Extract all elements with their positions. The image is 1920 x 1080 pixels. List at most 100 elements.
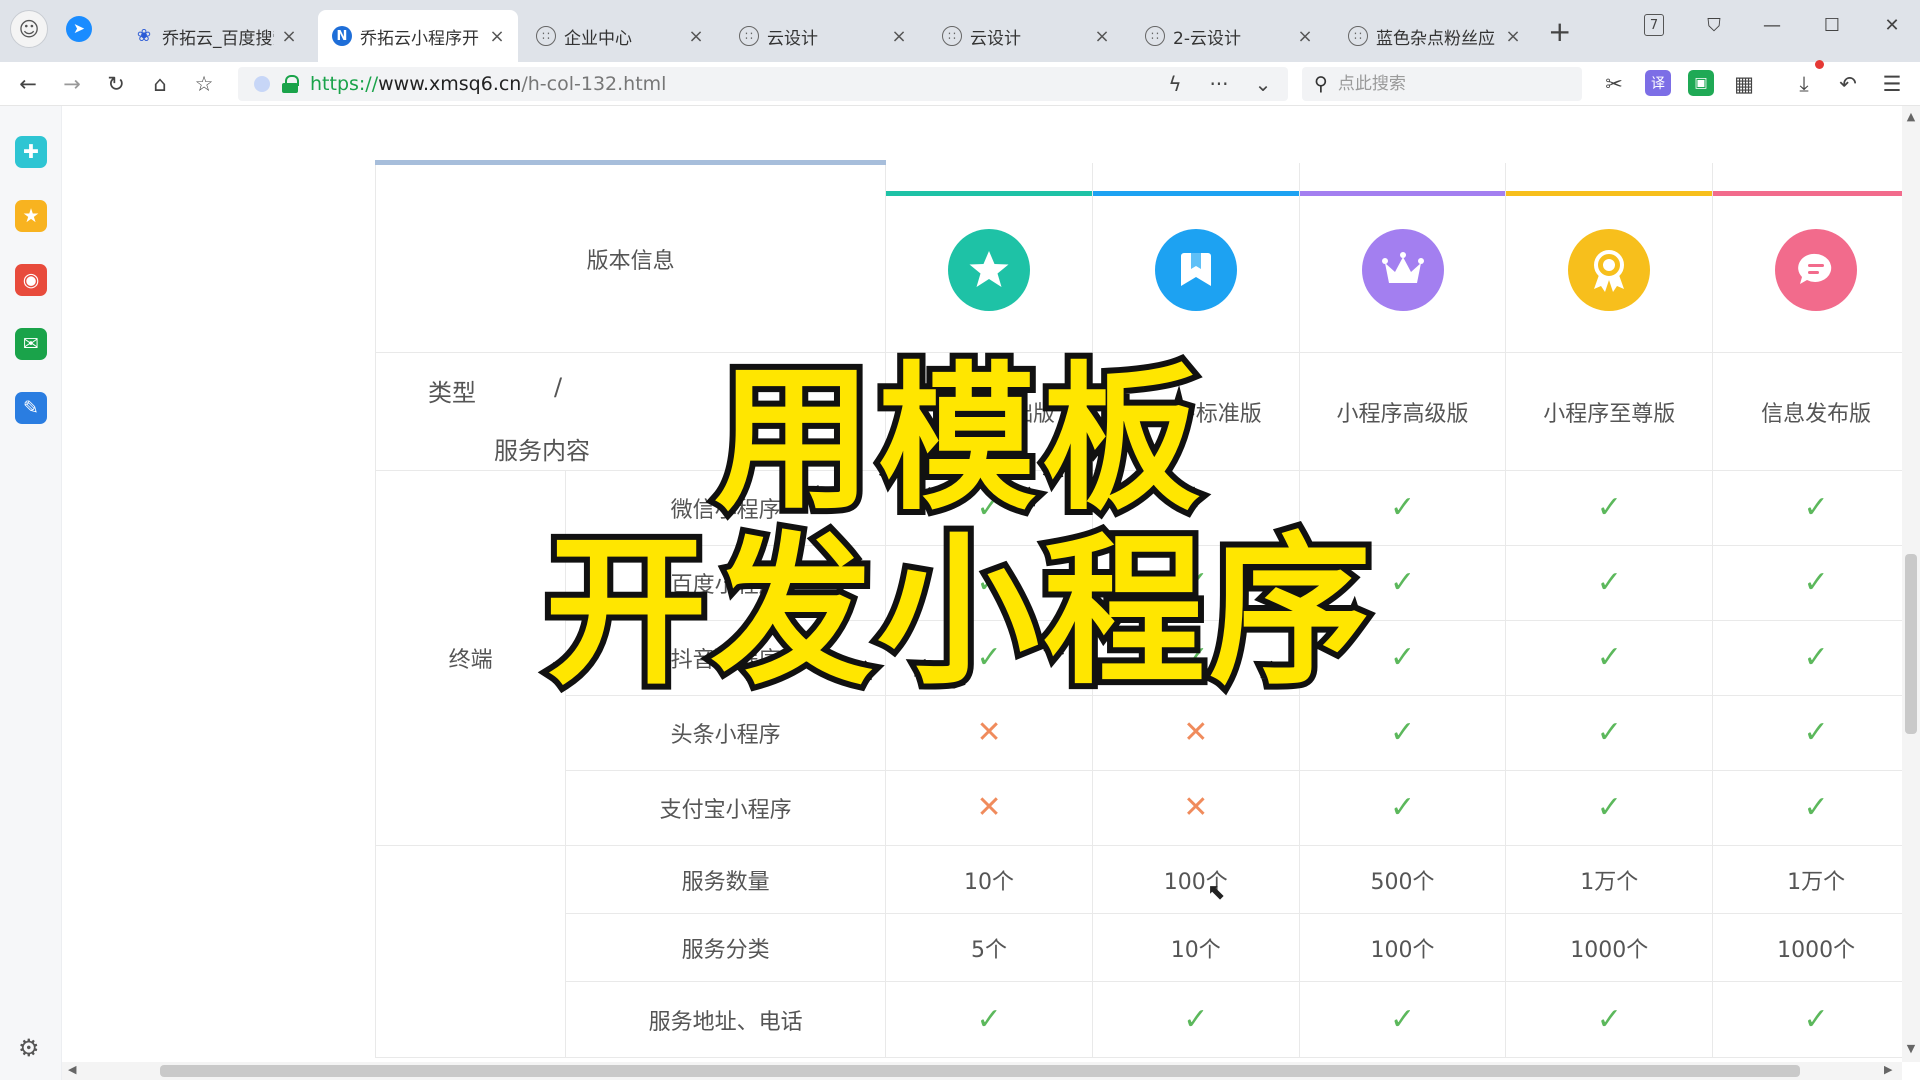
reload-icon[interactable]: ↻ (100, 68, 132, 100)
favorites-icon[interactable]: ☆ (188, 68, 220, 100)
tab-close-icon[interactable]: × (1504, 26, 1522, 47)
translate-icon[interactable]: 译 (1645, 70, 1671, 96)
chevron-down-icon[interactable]: ⌄ (1248, 69, 1278, 99)
apps-grid-icon[interactable]: ▦ (1728, 68, 1760, 100)
reader-extension-icon[interactable]: ▣ (1688, 70, 1714, 96)
tab-cloud-design-1[interactable]: ∷ 云设计 × (725, 10, 920, 62)
tab-enterprise-center[interactable]: ∷ 企业中心 × (522, 10, 717, 62)
minimize-icon[interactable]: — (1752, 10, 1792, 40)
menu-icon[interactable]: ☰ (1876, 68, 1908, 100)
plan-name-standard: 小程序标准版 (1091, 352, 1300, 471)
check-icon: ✓ (1389, 490, 1416, 525)
version-comparison: 版本信息 类型 / 服务内容 小程序基础版 小程序标准版 小程序高级版 小程序至… (374, 160, 1902, 1058)
scroll-left-icon[interactable]: ◀ (68, 1063, 76, 1076)
tab-title: 乔拓云_百度搜索 (162, 28, 274, 49)
notes-icon[interactable]: ✎ (15, 392, 47, 424)
check-icon: ✓ (1596, 715, 1622, 750)
feature-mark: ✓ (1505, 770, 1714, 846)
feature-mark: ✕ (885, 770, 1093, 846)
check-icon: ✓ (1183, 490, 1209, 525)
more-options-icon[interactable]: ··· (1204, 69, 1234, 99)
browser-logo-icon[interactable]: ☺ (10, 10, 48, 48)
tab-strip: ☺ ➤ ❀ 乔拓云_百度搜索 × N 乔拓云小程序开 × ∷ 企业中心 × ∷ … (0, 0, 1920, 62)
row-label: 服务地址、电话 (565, 981, 887, 1058)
horizontal-scrollbar[interactable]: ◀ ▶ (62, 1062, 1902, 1080)
plan-header-supreme (1505, 162, 1714, 353)
app-plus-icon[interactable]: ✚ (15, 136, 47, 168)
scroll-down-icon[interactable]: ▼ (1902, 1042, 1920, 1055)
tab-cloud-design-2[interactable]: ∷ 云设计 × (928, 10, 1123, 62)
feature-mark: ✓ (1298, 620, 1507, 696)
home-icon[interactable]: ⌂ (144, 68, 176, 100)
tab-title: 2-云设计 (1173, 28, 1241, 49)
cross-icon: ✕ (976, 790, 1002, 825)
bookmark-icon (1154, 228, 1237, 311)
send-shortcut-icon[interactable]: ➤ (66, 16, 92, 42)
url-text[interactable]: https://www.xmsq6.cn/h-col-132.html (310, 73, 666, 95)
globe-icon: ∷ (1348, 26, 1368, 46)
vertical-scroll-thumb[interactable] (1905, 554, 1917, 734)
search-icon: ⚲ (1314, 73, 1328, 95)
scroll-right-icon[interactable]: ▶ (1884, 1063, 1892, 1076)
feature-mark: ✓ (1712, 695, 1902, 771)
tab-close-icon[interactable]: × (488, 26, 506, 47)
maximize-icon[interactable]: ☐ (1812, 10, 1852, 40)
tab-close-icon[interactable]: × (1296, 26, 1314, 47)
tab-title: 企业中心 (564, 28, 632, 49)
download-icon[interactable]: ⤓ (1788, 68, 1820, 100)
tab-baidu-search[interactable]: ❀ 乔拓云_百度搜索 × (120, 10, 310, 62)
table-row: 头条小程序 ✕ ✕ ✓ ✓ ✓ (376, 695, 1902, 771)
feature-mark: ✓ (1505, 981, 1714, 1058)
plan-name-row: 类型 / 服务内容 小程序基础版 小程序标准版 小程序高级版 小程序至尊版 信息… (374, 352, 1902, 471)
tab-blue-dots[interactable]: ∷ 蓝色杂点粉丝应 × (1334, 10, 1534, 62)
weibo-icon[interactable]: ◉ (15, 264, 47, 296)
search-input[interactable] (1337, 74, 1558, 94)
feature-mark: ✓ (885, 545, 1093, 621)
feature-mark: ✓ (1298, 981, 1507, 1058)
feature-mark: ✓ (1298, 695, 1507, 771)
gear-icon[interactable]: ⚙ (18, 1034, 40, 1062)
undo-icon[interactable]: ↶ (1832, 68, 1864, 100)
page-content: 版本信息 类型 / 服务内容 小程序基础版 小程序标准版 小程序高级版 小程序至… (62, 106, 1902, 1062)
feature-mark: ✓ (1712, 770, 1902, 846)
tab-close-icon[interactable]: × (280, 26, 298, 47)
feature-mark: ✓ (1712, 470, 1902, 546)
service-count-value: 100个 (1091, 845, 1300, 914)
scissors-icon[interactable]: ✂ (1598, 68, 1630, 100)
tab-qiaotuoyun-miniprogram[interactable]: N 乔拓云小程序开 × (318, 10, 518, 62)
forward-icon[interactable]: → (56, 68, 88, 100)
scroll-up-icon[interactable]: ▲ (1902, 110, 1920, 123)
check-icon: ✓ (976, 565, 1002, 600)
plan-header-info (1712, 162, 1902, 353)
close-window-icon[interactable]: ✕ (1872, 10, 1912, 40)
search-box[interactable]: ⚲ (1302, 67, 1582, 101)
check-icon: ✓ (1596, 790, 1622, 825)
check-icon: ✓ (976, 490, 1002, 525)
service-category-value: 5个 (885, 913, 1093, 982)
mail-icon[interactable]: ✉ (15, 328, 47, 360)
check-icon: ✓ (1596, 490, 1622, 525)
skin-shirt-icon[interactable]: ⛉ (1694, 10, 1734, 40)
lightning-icon[interactable]: ϟ (1160, 69, 1190, 99)
service-category-value: 100个 (1298, 913, 1507, 982)
check-icon: ✓ (1803, 490, 1829, 525)
site-shield-icon[interactable] (254, 76, 270, 92)
tab-close-icon[interactable]: × (687, 26, 705, 47)
horizontal-scroll-thumb[interactable] (160, 1065, 1800, 1077)
back-icon[interactable]: ← (12, 68, 44, 100)
service-category-value: 1000个 (1505, 913, 1714, 982)
window-count-badge[interactable]: 7 (1634, 10, 1674, 40)
n-logo-icon: N (332, 26, 352, 46)
new-tab-icon[interactable]: + (1548, 18, 1571, 46)
check-icon: ✓ (1596, 1001, 1622, 1037)
favorites-star-icon[interactable]: ★ (15, 200, 47, 232)
tab-title: 蓝色杂点粉丝应 (1376, 28, 1495, 49)
lock-icon[interactable] (282, 75, 299, 93)
row-label: 支付宝小程序 (565, 770, 887, 846)
table-row: 服务地址、电话 ✓ ✓ ✓ ✓ ✓ (376, 981, 1902, 1058)
tab-close-icon[interactable]: × (1093, 26, 1111, 47)
address-bar[interactable]: https://www.xmsq6.cn/h-col-132.html ϟ ··… (238, 67, 1288, 101)
vertical-scrollbar[interactable]: ▲ ▼ (1902, 106, 1920, 1062)
tab-cloud-design-3[interactable]: ∷ 2-云设计 × (1131, 10, 1326, 62)
tab-close-icon[interactable]: × (890, 26, 908, 47)
